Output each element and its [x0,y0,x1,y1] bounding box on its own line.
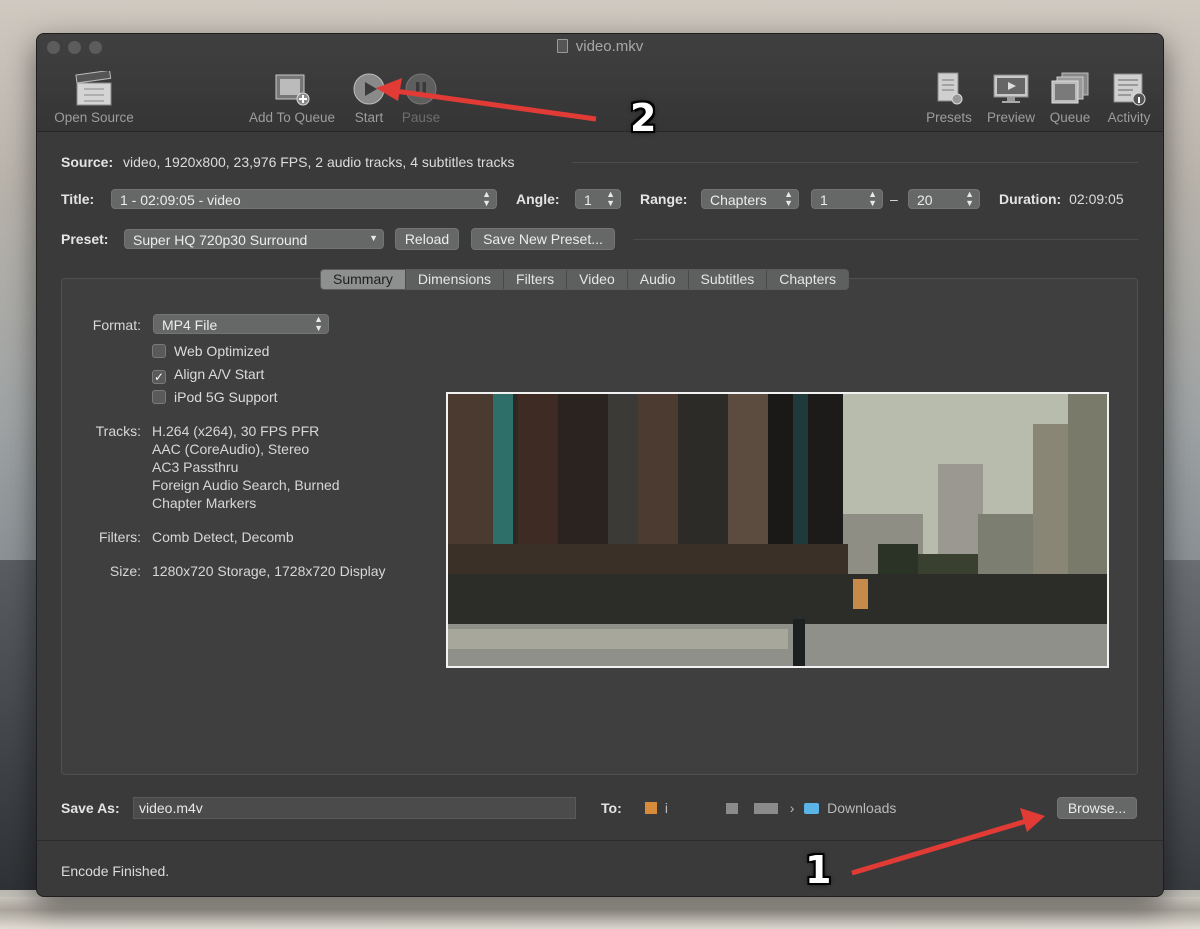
annotation-step-2: 2 [630,96,657,140]
annotation-step-1: 1 [805,848,832,892]
arrow-head-1 [1020,808,1045,832]
annotation-arrows [376,78,1045,876]
annotation-arrow-2 [387,87,597,122]
arrow-head-2 [376,78,402,101]
annotation-arrow-1 [851,817,1031,876]
